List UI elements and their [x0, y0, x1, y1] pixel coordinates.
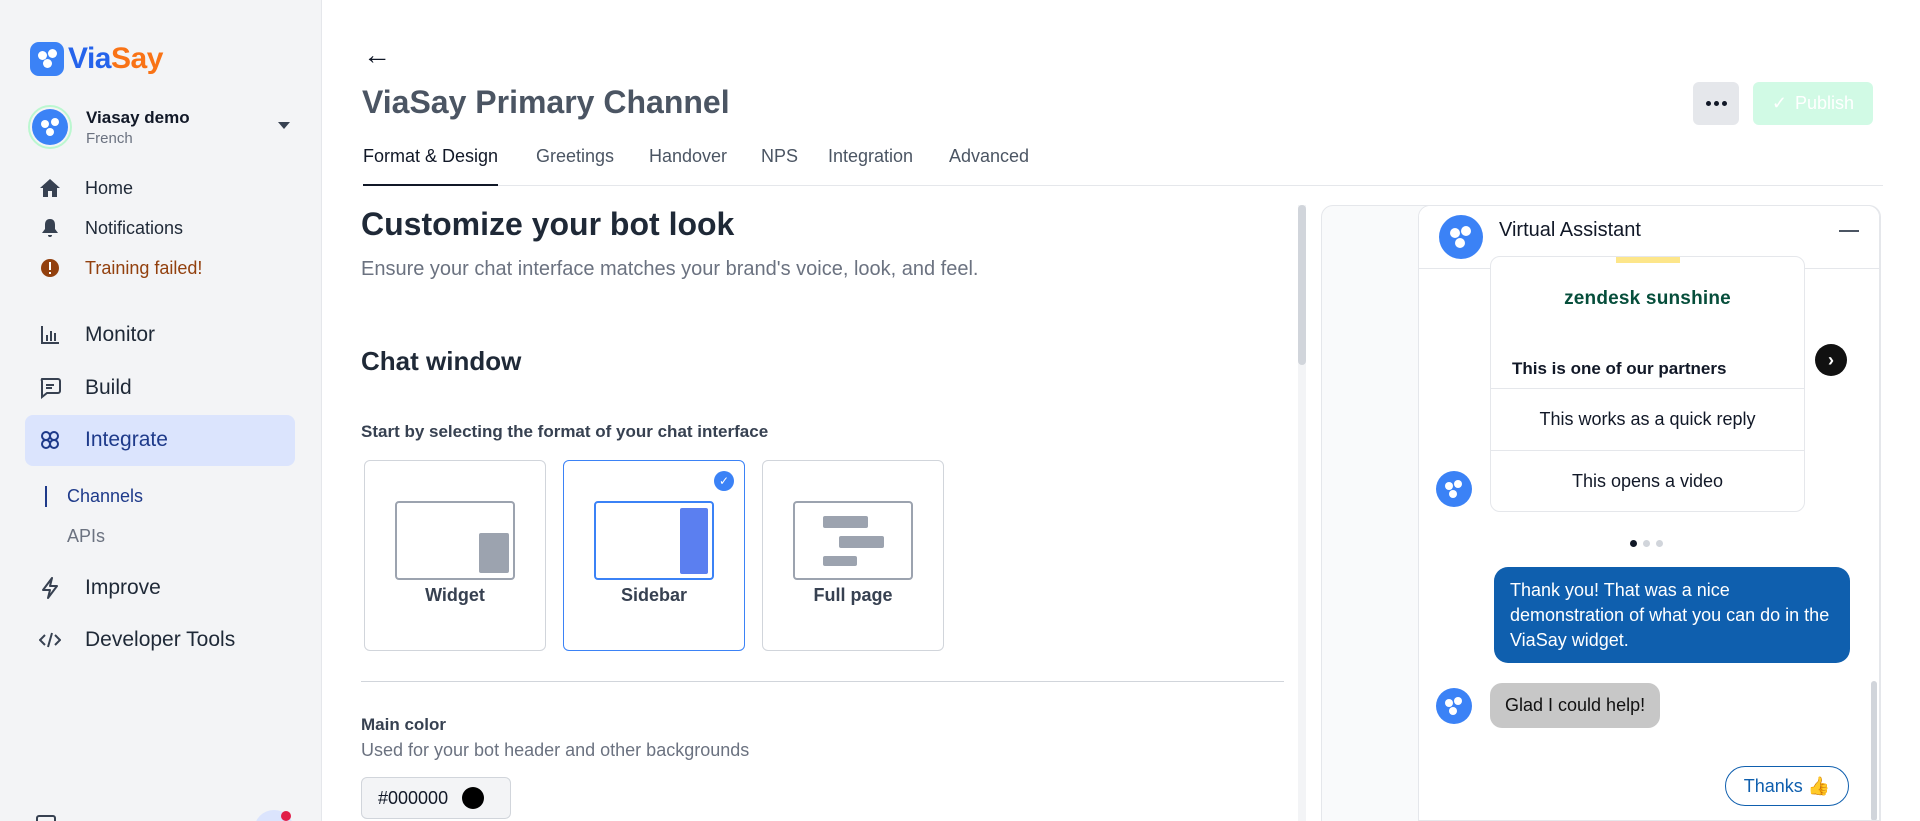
page-title: ViaSay Primary Channel	[362, 84, 730, 120]
bolt-icon	[38, 576, 62, 600]
publish-button[interactable]: ✓ Publish	[1753, 82, 1873, 125]
widget-preview-icon	[395, 501, 515, 580]
sidebar-item-monitor[interactable]: Monitor	[38, 323, 155, 347]
notification-dot	[281, 811, 291, 821]
chat-window-heading: Chat window	[361, 346, 522, 376]
sidebar-item-label: Developer Tools	[85, 628, 236, 651]
sidebar-item-label: Build	[85, 376, 132, 399]
sidebar-item-training-failed[interactable]: Training failed!	[38, 256, 202, 280]
section-title: Customize your bot look	[361, 206, 735, 242]
carousel-pager	[1630, 540, 1663, 547]
main-color-label: Main color	[361, 715, 447, 734]
card-title: This is one of our partners	[1512, 359, 1727, 378]
sidebar-item-integrate[interactable]: Integrate	[38, 428, 168, 452]
main-color-input[interactable]	[378, 787, 456, 809]
sidebar-item-label: Monitor	[85, 323, 156, 346]
account-switcher[interactable]: Viasay demo French	[28, 102, 298, 152]
color-swatch[interactable]	[462, 787, 484, 809]
tab-advanced[interactable]: Advanced	[949, 146, 1029, 186]
publish-label: Publish	[1795, 93, 1855, 113]
card-button-quick-reply[interactable]: This works as a quick reply	[1491, 388, 1804, 450]
account-name: Viasay demo	[86, 107, 190, 127]
minimize-icon[interactable]	[1839, 230, 1859, 232]
chat-scrollbar[interactable]	[1871, 681, 1877, 820]
carousel-card: zendesk sunshine This is one of our part…	[1490, 256, 1805, 512]
logo-text: ViaSay	[68, 42, 163, 75]
sidebar-item-developer-tools[interactable]: Developer Tools	[38, 628, 235, 652]
code-icon	[38, 628, 62, 652]
tab-integration[interactable]: Integration	[828, 146, 913, 186]
chat-preview: Virtual Assistant zendesk sunshine This …	[1418, 205, 1880, 821]
chat-title: Virtual Assistant	[1499, 219, 1641, 241]
carousel-next-icon[interactable]: ›	[1815, 344, 1847, 376]
sidebar-item-label: Training failed!	[85, 257, 203, 278]
main-color-description: Used for your bot header and other backg…	[361, 740, 750, 760]
card-brand-logo: zendesk sunshine	[1564, 288, 1731, 309]
main-color-field[interactable]	[361, 777, 511, 819]
settings-icon[interactable]	[36, 815, 56, 821]
card-image: zendesk sunshine	[1491, 257, 1804, 339]
sidebar-item-label: Home	[85, 177, 134, 198]
bot-message: Glad I could help!	[1490, 683, 1661, 728]
format-option-full-page[interactable]: Full page	[762, 460, 944, 651]
sidebar-item-home[interactable]: Home	[38, 176, 133, 200]
bot-avatar	[1439, 215, 1483, 259]
selected-check-icon: ✓	[714, 471, 734, 491]
format-option-sidebar[interactable]: ✓ Sidebar	[563, 460, 745, 651]
brand-logo[interactable]: ViaSay	[30, 42, 163, 76]
card-button-video[interactable]: This opens a video	[1491, 450, 1804, 512]
chart-icon	[38, 323, 62, 347]
sidebar-item-notifications[interactable]: Notifications	[38, 216, 183, 240]
quick-reply-chip[interactable]: Thanks 👍	[1725, 766, 1849, 806]
section-description: Ensure your chat interface matches your …	[361, 258, 979, 280]
sidebar-item-label: Improve	[85, 576, 161, 599]
bot-avatar	[1436, 688, 1472, 724]
integrate-icon	[38, 428, 62, 452]
sidebar-item-improve[interactable]: Improve	[38, 576, 161, 600]
format-label-widget: Widget	[425, 585, 485, 605]
tab-greetings[interactable]: Greetings	[536, 146, 614, 186]
chat-bubble-icon	[38, 376, 62, 400]
check-icon: ✓	[1771, 93, 1788, 113]
subnav-channels[interactable]: Channels	[45, 486, 143, 507]
home-icon	[38, 176, 62, 200]
viasay-logo-icon	[30, 42, 64, 76]
tab-handover[interactable]: Handover	[649, 146, 727, 186]
sidebar-item-build[interactable]: Build	[38, 376, 132, 400]
sidebar: ViaSay Viasay demo French Home Notificat…	[0, 0, 322, 821]
back-arrow-icon[interactable]: ←	[363, 41, 391, 69]
tab-bar: Format & Design Greetings Handover NPS I…	[363, 146, 1883, 186]
format-label: Start by selecting the format of your ch…	[361, 422, 769, 441]
format-label-full-page: Full page	[813, 585, 893, 605]
sidebar-item-label: Integrate	[85, 428, 168, 451]
account-avatar	[28, 105, 72, 149]
bot-avatar	[1436, 471, 1472, 507]
account-language: French	[86, 129, 133, 147]
sidebar-item-label: Notifications	[85, 217, 184, 238]
format-option-widget[interactable]: Widget	[364, 460, 546, 651]
user-message: Thank you! That was a nice demonstration…	[1494, 567, 1850, 663]
section-divider	[361, 681, 1284, 682]
form-scrollbar-thumb[interactable]	[1298, 205, 1306, 365]
alert-icon	[38, 256, 62, 280]
tab-format-design[interactable]: Format & Design	[363, 146, 499, 186]
bell-icon	[38, 216, 62, 240]
caret-down-icon	[278, 122, 290, 129]
subnav-apis[interactable]: APIs	[46, 526, 105, 547]
format-label-sidebar: Sidebar	[620, 585, 688, 605]
more-options-button[interactable]	[1693, 82, 1739, 125]
app-root: ViaSay Viasay demo French Home Notificat…	[0, 0, 1920, 821]
sidebar-preview-icon	[594, 501, 714, 580]
tab-nps[interactable]: NPS	[761, 146, 798, 186]
full-page-preview-icon	[793, 501, 913, 580]
